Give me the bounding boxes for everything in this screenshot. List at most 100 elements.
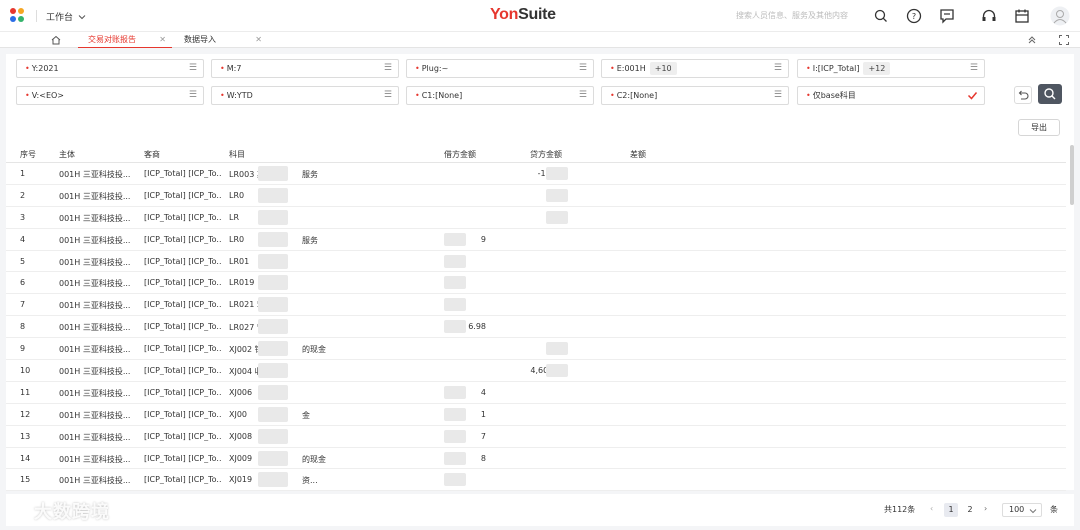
help-icon[interactable]: ? [905, 7, 923, 25]
partner-cell: [ICP_Total] [ICP_To... [144, 212, 222, 222]
redacted-block [444, 451, 466, 465]
pagination-bar: 共112条 ‹ 1 2 › 100 条 [6, 494, 1074, 526]
table-row[interactable]: 9 001H 三亚科技投... [ICP_Total] [ICP_To... XJ00… [6, 338, 1066, 361]
entity-cell: 001H 三亚科技投... [59, 345, 131, 355]
vertical-scrollbar[interactable] [1070, 145, 1074, 205]
global-search-input[interactable]: 搜索人员信息、服务及其他内容 [736, 8, 892, 24]
view-filter[interactable]: • V:<EO> ☰ [16, 86, 204, 105]
tab-transaction-reconciliation[interactable]: 交易对账报告 ✕ [78, 32, 172, 48]
required-marker: • [220, 91, 225, 100]
collapse-up-icon[interactable] [1026, 34, 1038, 46]
table-row[interactable]: 10 001H 三亚科技投... [ICP_Total] [ICP_To... XJ0… [6, 360, 1066, 382]
headset-icon[interactable] [980, 7, 998, 25]
account-cell-tail: 服务 [302, 235, 318, 245]
redacted-block [258, 363, 288, 379]
brand-logo: YonSuite [490, 6, 556, 24]
table-row[interactable]: 12 001H 三亚科技投... [ICP_Total] [ICP_To... XJ0… [6, 404, 1066, 426]
table-row[interactable]: 2001H 三亚科技投...[ICP_Total] [ICP_To...LR01 [6, 185, 1066, 207]
column-header-debit[interactable]: 借方金额 [444, 149, 476, 160]
c1-filter[interactable]: • C1:[None] ☰ [406, 86, 594, 105]
ytd-filter[interactable]: • W:YTD ☰ [211, 86, 399, 105]
more-count-badge: +10 [649, 62, 677, 75]
year-filter[interactable]: • Y:2021 ☰ [16, 59, 204, 78]
column-header-account[interactable]: 科目 [229, 149, 245, 160]
fullscreen-icon[interactable] [1058, 34, 1070, 46]
list-icon[interactable]: ☰ [774, 87, 782, 104]
entity-cell: 001H 三亚科技投... [59, 257, 131, 267]
brand-logo-part-dark: Suite [518, 6, 556, 23]
list-icon[interactable]: ☰ [384, 87, 392, 104]
avatar[interactable] [1050, 6, 1070, 26]
divider [36, 10, 37, 22]
plug-filter[interactable]: • Plug:~ ☰ [406, 59, 594, 78]
table-row[interactable]: 8 001H 三亚科技投... [ICP_Total] [ICP_To... LR02… [6, 316, 1066, 339]
column-header-entity[interactable]: 主体 [59, 149, 75, 160]
table-body: 1 001H 三亚科技投... [ICP_Total] [ICP_To... LR00… [6, 163, 1066, 492]
table-row[interactable]: 1 001H 三亚科技投... [ICP_Total] [ICP_To... LR00… [6, 163, 1066, 185]
message-icon[interactable] [938, 7, 956, 25]
workspace-label: 工作台 [46, 13, 74, 23]
redacted-block [546, 342, 568, 356]
reset-button[interactable] [1014, 86, 1032, 104]
table-row[interactable]: 3 001H 三亚科技投... [ICP_Total] [ICP_To... LR [6, 207, 1066, 229]
entity-cell: 001H 三亚科技投... [59, 388, 131, 398]
search-button[interactable] [1038, 84, 1062, 104]
list-icon[interactable]: ☰ [189, 87, 197, 104]
column-header-no[interactable]: 序号 [20, 149, 36, 160]
tab-data-import[interactable]: 数据导入 ✕ [174, 32, 268, 48]
page-1-button[interactable]: 1 [944, 503, 958, 517]
close-icon[interactable]: ✕ [255, 32, 262, 48]
redacted-block [546, 210, 568, 224]
entity-filter[interactable]: • E:001H +10 ☰ [601, 59, 789, 78]
required-marker: • [610, 64, 615, 73]
table-row[interactable]: 14 001H 三亚科技投... [ICP_Total] [ICP_To... XJ0… [6, 448, 1066, 470]
entity-cell: 001H 三亚科技投... [59, 410, 131, 420]
table-row[interactable]: 6 001H 三亚科技投... [ICP_Total] [ICP_To... LR01… [6, 272, 1066, 295]
table-row[interactable]: 13 001H 三亚科技投... [ICP_Total] [ICP_To... XJ0… [6, 426, 1066, 448]
list-icon[interactable]: ☰ [384, 60, 392, 77]
row-number: 15 [20, 475, 31, 485]
account-cell-tail: 金 [302, 410, 310, 420]
list-icon[interactable]: ☰ [579, 87, 587, 104]
icp-filter[interactable]: • I:[ICP_Total] +12 ☰ [797, 59, 985, 78]
more-count-badge: +12 [863, 62, 891, 75]
partner-cell: [ICP_Total] [ICP_To... [144, 431, 222, 441]
app-menu-icon[interactable] [10, 8, 26, 24]
redacted-block [258, 384, 288, 400]
prev-page-button[interactable]: ‹ [930, 504, 933, 513]
base-account-only-checkbox[interactable]: • 仅base科目 [797, 86, 985, 105]
c2-filter[interactable]: • C2:[None] ☰ [601, 86, 789, 105]
next-page-button[interactable]: › [984, 504, 987, 513]
column-header-partner[interactable]: 客商 [144, 149, 160, 160]
redacted-block [258, 166, 288, 181]
calendar-icon[interactable] [1013, 7, 1031, 25]
home-icon[interactable] [50, 34, 62, 46]
search-icon[interactable] [874, 9, 888, 23]
column-header-credit[interactable]: 贷方金额 [530, 149, 562, 160]
table-row[interactable]: 7 001H 三亚科技投... [ICP_Total] [ICP_To... LR02… [6, 294, 1066, 317]
entity-cell: 001H 三亚科技投... [59, 213, 131, 223]
row-number: 4 [20, 234, 26, 244]
list-icon[interactable]: ☰ [774, 60, 782, 77]
workspace-switcher[interactable]: 工作台 [46, 10, 86, 23]
redacted-block [444, 232, 466, 246]
page-size-select[interactable]: 100 [1002, 503, 1042, 517]
row-number: 13 [20, 431, 31, 441]
entity-cell: 001H 三亚科技投... [59, 476, 131, 486]
page-2-button[interactable]: 2 [963, 503, 977, 517]
list-icon[interactable]: ☰ [189, 60, 197, 77]
table-row[interactable]: 5 001H 三亚科技投... [ICP_Total] [ICP_To... LR01 [6, 251, 1066, 273]
column-header-difference[interactable]: 差额 [630, 149, 646, 160]
list-icon[interactable]: ☰ [579, 60, 587, 77]
month-filter[interactable]: • M:7 ☰ [211, 59, 399, 78]
checkmark-icon[interactable] [967, 90, 978, 101]
required-marker: • [806, 91, 811, 100]
list-icon[interactable]: ☰ [970, 60, 978, 77]
close-icon[interactable]: ✕ [159, 32, 166, 48]
table-row[interactable]: 15 001H 三亚科技投... [ICP_Total] [ICP_To... XJ0… [6, 469, 1066, 492]
table-row[interactable]: 11 001H 三亚科技投... [ICP_Total] [ICP_To... XJ0… [6, 382, 1066, 404]
table-row[interactable]: 4 001H 三亚科技投... [ICP_Total] [ICP_To... LR0 服… [6, 229, 1066, 251]
partner-cell: [ICP_Total] [ICP_To... [144, 409, 222, 419]
search-icon [1044, 88, 1056, 100]
export-button[interactable]: 导出 [1018, 119, 1060, 136]
